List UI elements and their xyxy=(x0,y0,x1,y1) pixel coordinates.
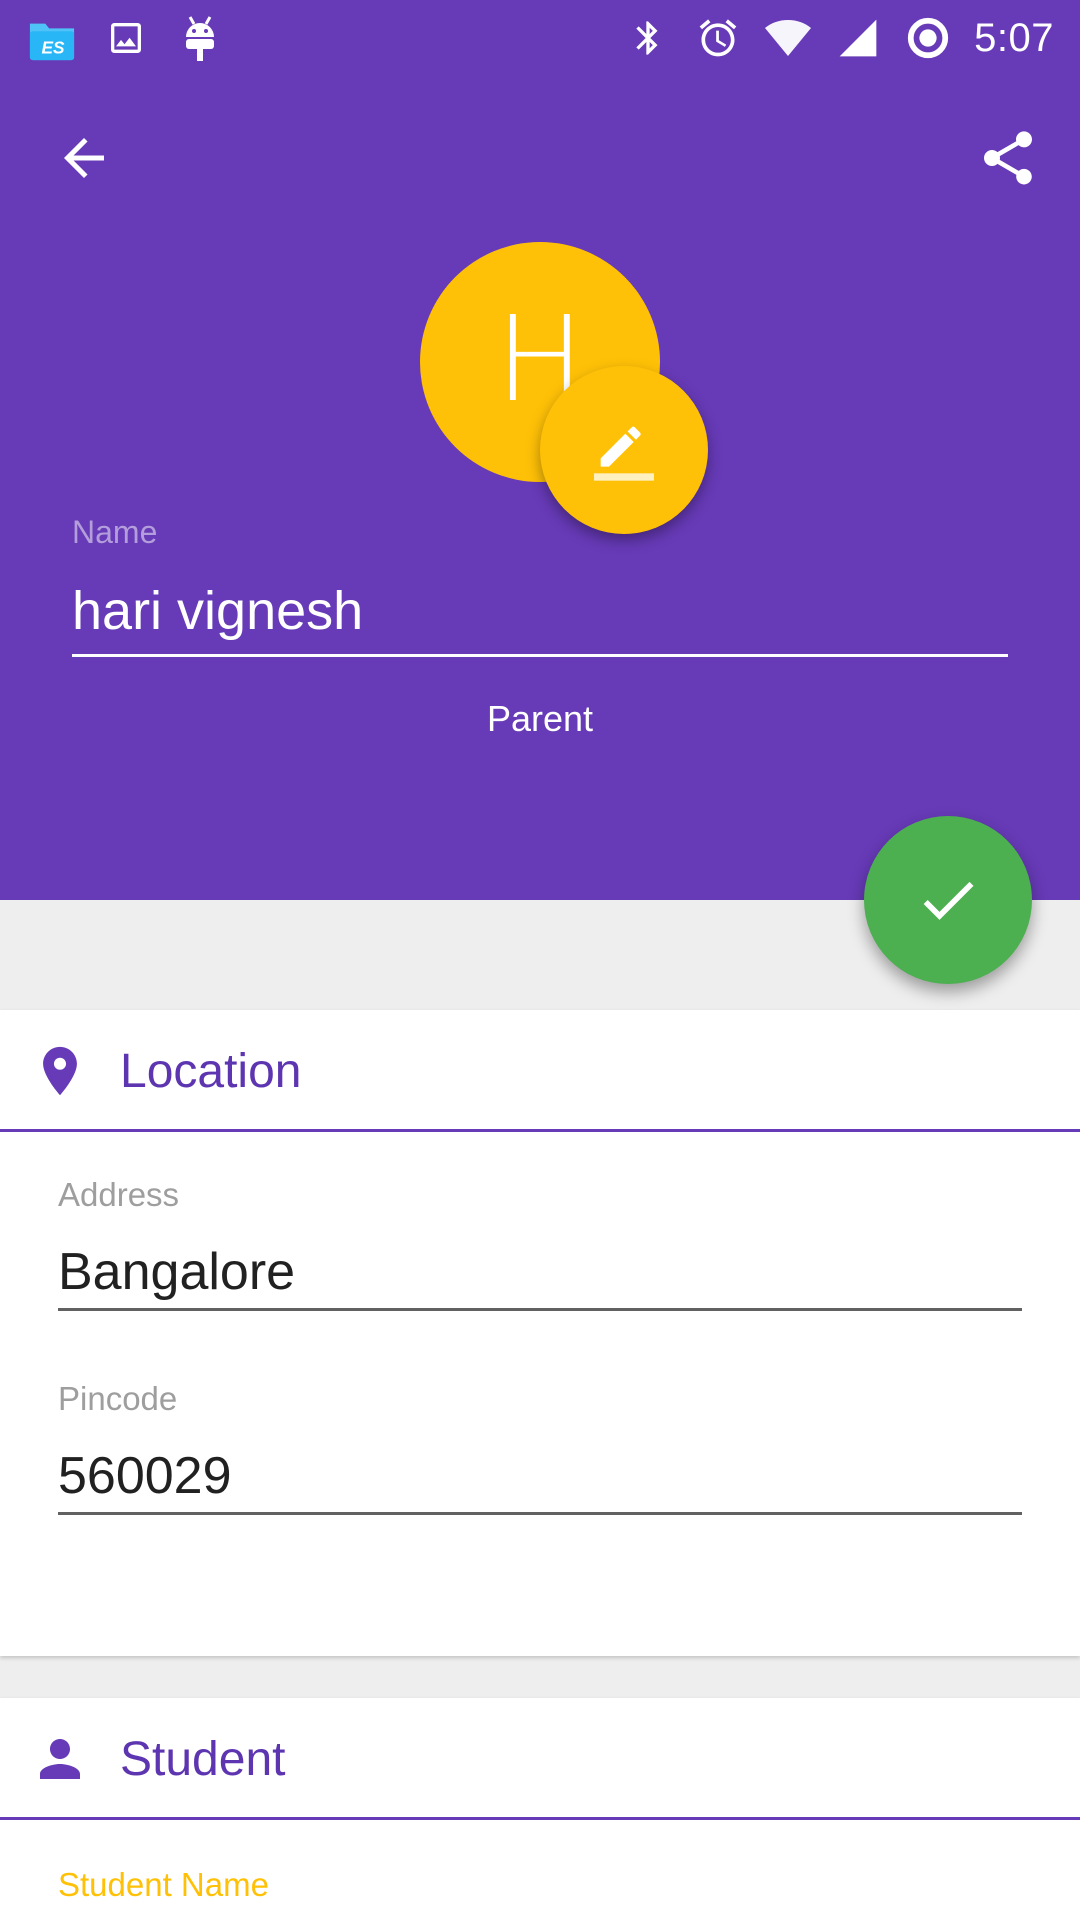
share-icon xyxy=(984,131,1032,185)
svg-text:ES: ES xyxy=(41,37,65,57)
address-underline xyxy=(58,1308,1022,1311)
student-title: Student xyxy=(120,1733,286,1786)
address-label: Address xyxy=(58,1176,180,1213)
wifi-icon xyxy=(764,14,812,62)
profile-header: ES 5:07 H Name hari vignesh Parent xyxy=(0,0,1080,900)
student-section-header[interactable]: Student xyxy=(0,1698,1080,1820)
edit-avatar-button[interactable] xyxy=(540,366,708,534)
person-icon xyxy=(30,1728,90,1790)
pincode-underline xyxy=(58,1512,1022,1515)
status-time: 5:07 xyxy=(974,15,1054,60)
location-card: Location xyxy=(0,1010,1080,1656)
name-underline xyxy=(72,654,1008,657)
sync-icon xyxy=(904,14,952,62)
location-title: Location xyxy=(120,1045,302,1098)
address-input[interactable]: Bangalore xyxy=(58,1242,1022,1308)
arrow-back-icon xyxy=(64,138,104,178)
role-label: Parent xyxy=(486,698,594,739)
address-field[interactable]: Address Bangalore xyxy=(58,1176,1022,1311)
alarm-icon xyxy=(694,14,742,62)
bluetooth-icon xyxy=(624,14,672,62)
share-button[interactable] xyxy=(960,110,1056,206)
check-icon xyxy=(923,881,974,920)
screen: ES 5:07 H Name hari vignesh Parent Locat… xyxy=(0,0,1080,1920)
pincode-field[interactable]: Pincode 560029 xyxy=(58,1380,1022,1515)
save-button[interactable] xyxy=(864,816,1032,984)
android-debug-icon xyxy=(176,14,224,62)
name-label: Name xyxy=(72,514,158,550)
student-name-field[interactable]: Student Name xyxy=(58,1866,1022,1904)
pincode-input[interactable]: 560029 xyxy=(58,1446,1022,1512)
edit-icon xyxy=(594,426,654,481)
pincode-label: Pincode xyxy=(58,1380,178,1417)
cell-signal-icon xyxy=(834,14,882,62)
status-bar: ES 5:07 xyxy=(0,0,1080,76)
name-input[interactable]: hari vignesh xyxy=(72,580,363,642)
file-manager-icon: ES xyxy=(28,14,76,62)
image-icon xyxy=(102,14,150,62)
back-button[interactable] xyxy=(36,110,132,206)
location-pin-icon xyxy=(30,1040,90,1102)
location-section-header[interactable]: Location xyxy=(0,1010,1080,1132)
student-name-label: Student Name xyxy=(58,1866,269,1903)
